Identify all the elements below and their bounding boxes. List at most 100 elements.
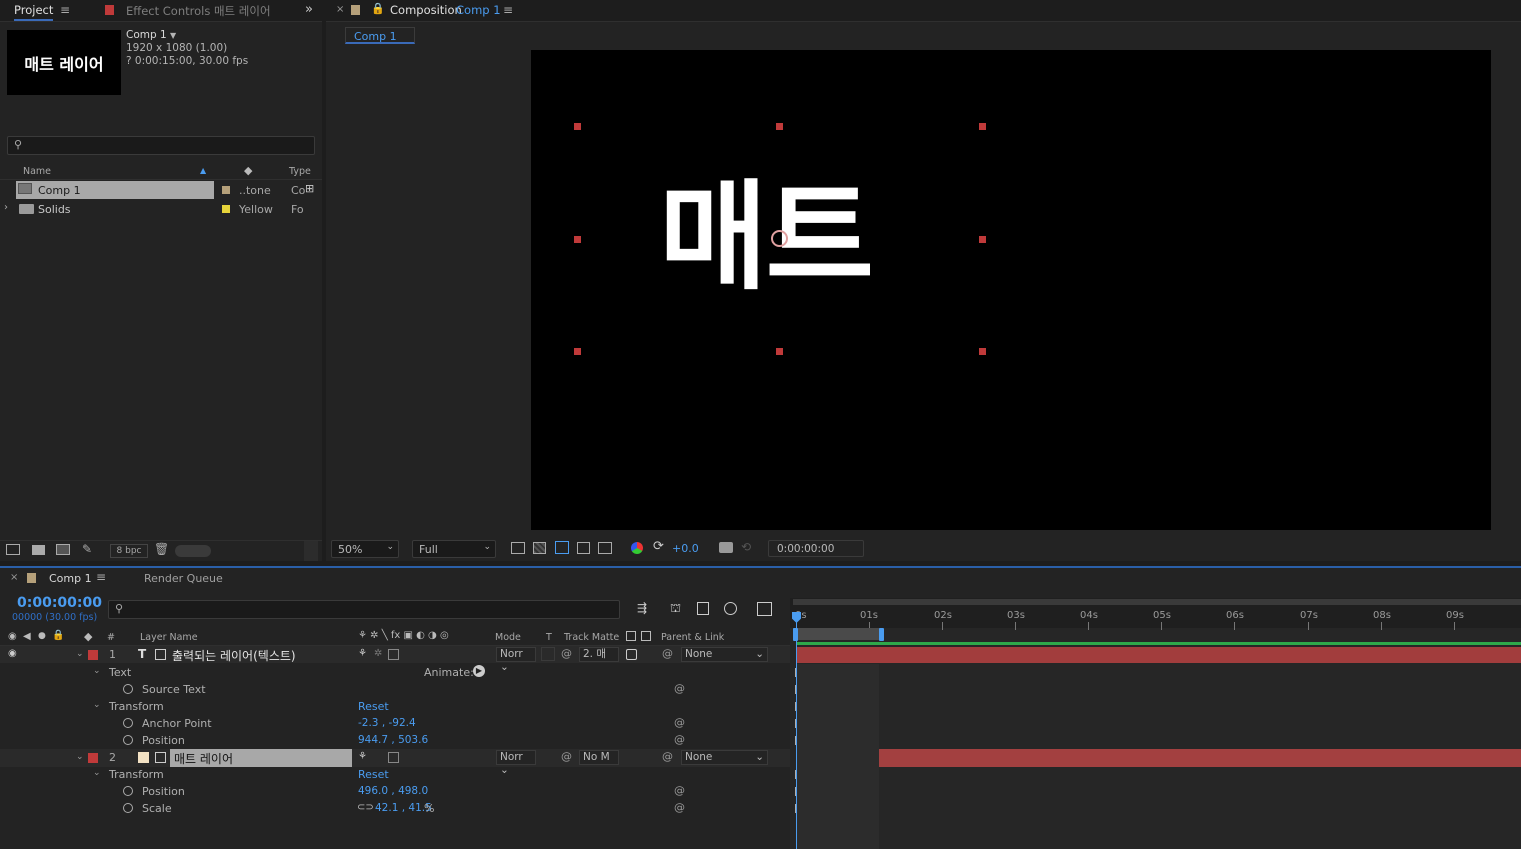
bounding-handle[interactable] [776,348,783,355]
col-type[interactable]: Type [289,166,311,177]
thumbnail-slider[interactable] [175,545,211,557]
matte-alpha-icon[interactable] [626,631,636,641]
stopwatch-icon[interactable] [123,718,133,728]
prop-row-position-2[interactable]: Position 496.0 , 498.0 @ [0,783,790,800]
bounding-handle[interactable] [574,236,581,243]
current-time-field[interactable]: 0:00:00:00 [768,540,864,557]
expression-pick-whip-icon[interactable]: @ [674,784,685,797]
draft-3d-icon[interactable]: ⛫ [670,601,681,617]
timeline-graph[interactable] [790,598,1521,849]
blend-mode-dropdown[interactable]: Norr ⌄ [496,647,536,673]
audio-icon[interactable]: ◀ [23,631,31,642]
label-color-swatch[interactable] [222,205,230,213]
stopwatch-icon[interactable] [123,786,133,796]
matte-invert-icon[interactable] [641,631,651,641]
mask-visibility-icon[interactable] [555,541,569,554]
comp-subtab[interactable]: Comp 1 [345,27,415,44]
prop-row-anchor-point[interactable]: Anchor Point -2.3 , -92.4 @ [0,715,790,732]
exposure-value[interactable]: +0.0 [672,542,699,555]
reset-exposure-icon[interactable]: ⟳ [653,539,664,554]
bit-depth-button[interactable]: 8 bpc [110,544,148,558]
camera-snapshot-icon[interactable] [719,542,733,553]
channel-icon[interactable] [631,542,643,554]
col-t[interactable]: T [546,632,552,643]
expression-pick-whip-icon[interactable]: @ [674,682,685,695]
region-of-interest-icon[interactable] [577,542,590,554]
zoom-dropdown[interactable]: 50% ⌄ [331,540,399,558]
solo-icon[interactable]: ● [38,631,46,641]
reset-link[interactable]: Reset [358,768,389,781]
chevron-down-icon[interactable]: ⌄ [93,768,101,778]
work-area-end-handle[interactable] [879,628,884,641]
panel-menu-icon[interactable]: ≡ [60,3,70,17]
parent-pick-whip-icon[interactable]: @ [662,750,673,763]
new-composition-icon[interactable] [56,544,70,555]
col-mode[interactable]: Mode [495,632,521,643]
motion-blur-icon[interactable] [724,602,737,615]
prop-row-text-group[interactable]: ⌄ Text Animate: ▶ [0,664,790,681]
continuous-rasterize-icon[interactable]: ✲ [374,648,382,659]
tab-render-queue[interactable]: Render Queue [144,572,223,585]
parent-pick-whip-icon[interactable]: @ [662,647,673,660]
eye-icon[interactable]: ◉ [8,631,17,642]
render-icon[interactable]: ✎ [82,542,92,556]
prop-row-scale[interactable]: Scale ⊂⊃ 42.1 , 41.5 % @ [0,800,790,817]
flowchart-icon[interactable]: ⊞ [305,182,314,195]
resolution-dropdown[interactable]: Full ⌄ [412,540,496,558]
animate-menu-icon[interactable]: ▶ [473,665,485,677]
stopwatch-icon[interactable] [123,803,133,813]
stopwatch-icon[interactable] [123,735,133,745]
expression-pick-whip-icon[interactable]: @ [674,801,685,814]
col-name[interactable]: Name [23,166,51,177]
layer-bar-2[interactable] [797,749,1521,767]
quality-icon[interactable] [388,752,399,763]
pick-whip-icon[interactable]: @ [561,750,572,763]
bounding-handle[interactable] [979,348,986,355]
show-snapshot-icon[interactable]: ⟲ [741,540,751,554]
col-track-matte[interactable]: Track Matte [564,632,619,643]
bounding-handle[interactable] [574,348,581,355]
pick-whip-icon[interactable]: @ [561,647,572,660]
new-folder-icon[interactable] [32,545,45,555]
scrollbar[interactable] [304,541,318,561]
composition-mini-flowchart-icon[interactable]: ⇶ [637,601,647,615]
project-search-input[interactable]: ⚲ [7,136,315,155]
lock-icon[interactable]: 🔒 [52,630,64,641]
chevron-down-icon[interactable]: ▼ [170,31,176,40]
reset-link[interactable]: Reset [358,700,389,713]
transparency-grid-icon[interactable] [533,542,546,554]
bounding-handle[interactable] [776,123,783,130]
tab-composition-name[interactable]: Comp 1 [456,3,501,17]
layer-name[interactable]: 매트 레이어 [174,750,233,767]
layer-label-color[interactable] [88,753,98,763]
preserve-transparency-checkbox[interactable] [541,647,555,661]
project-item-solids[interactable]: › Solids Yellow Fo [0,200,322,218]
tab-timeline-comp[interactable]: Comp 1 [49,572,92,585]
tab-effect-controls[interactable]: Effect Controls 매트 레이어 [126,3,271,19]
eye-icon[interactable]: ◉ [8,648,17,659]
prop-row-transform-1[interactable]: ⌄ Transform Reset [0,698,790,715]
anchor-point-value[interactable]: -2.3 , -92.4 [358,717,416,729]
expression-pick-whip-icon[interactable]: @ [674,733,685,746]
quality-icon[interactable] [388,649,399,660]
expand-chevron-icon[interactable]: › [4,202,8,213]
timeline-search-input[interactable]: ⚲ [108,600,620,619]
playhead-line[interactable] [796,620,797,849]
more-panels-icon[interactable]: » [305,2,313,17]
work-area-bar[interactable] [793,628,881,640]
panel-menu-icon[interactable]: ≡ [96,570,106,584]
col-layer-name[interactable]: Layer Name [140,632,198,643]
matte-alpha-icon[interactable] [626,649,637,660]
anchor-point-icon[interactable] [771,230,788,247]
track-matte-dropdown[interactable]: 2. 매 [579,647,619,662]
layer-row-1[interactable]: ◉ ⌄ 1 T 출력되는 레이어(텍스트) ⚘ ✲ Norr ⌄ @ 2. 매 … [0,646,790,673]
position-value[interactable]: 496.0 , 498.0 [358,785,428,797]
lock-icon[interactable]: 🔒 [371,2,385,15]
position-value[interactable]: 944.7 , 503.6 [358,734,428,746]
parent-dropdown[interactable]: None ⌄ [681,647,768,662]
shy-icon[interactable]: ⚘ [358,648,367,659]
chevron-down-icon[interactable]: ⌄ [76,752,84,762]
blend-mode-dropdown[interactable]: Norr ⌄ [496,750,536,776]
prop-row-transform-2[interactable]: ⌄ Transform Reset [0,766,790,783]
label-color-swatch[interactable] [222,186,230,194]
